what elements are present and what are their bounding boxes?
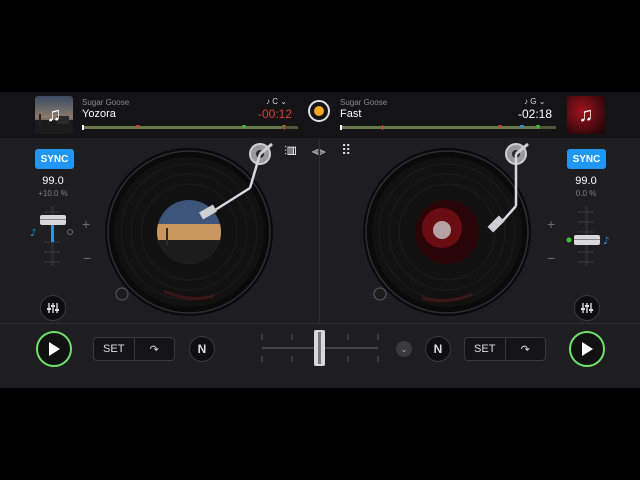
equalizer-icon[interactable] <box>574 295 600 321</box>
chevron-down-icon: ⌄ <box>280 97 287 106</box>
right-set-button[interactable]: SET <box>465 338 505 360</box>
right-key-label: G <box>530 97 537 106</box>
dj-app: ♫ Sugar Goose Yozora ♪ C ⌄ -00:12 Sugar … <box>0 92 640 388</box>
left-tonearm[interactable] <box>190 140 280 224</box>
left-play-button[interactable] <box>36 331 72 367</box>
left-set-button[interactable]: SET <box>94 338 134 360</box>
left-time-remaining: -00:12 <box>258 107 293 121</box>
chevron-down-icon: ⌄ <box>538 97 546 106</box>
chevron-down-icon[interactable]: ⌄ <box>396 341 412 357</box>
equalizer-icon[interactable] <box>40 295 66 321</box>
left-key: ♪ C ⌄ <box>266 97 287 106</box>
music-note-small-icon: ♪ <box>266 97 270 106</box>
right-plus-icon: + <box>547 216 556 232</box>
music-note-icon: ♫ <box>46 103 62 126</box>
right-play-button[interactable] <box>569 331 605 367</box>
right-sync-button[interactable]: SYNC <box>567 149 606 169</box>
transport-separator <box>0 323 640 324</box>
right-cue-controls: SET ↷ <box>464 337 546 361</box>
loop-icon[interactable]: ↷ <box>133 338 175 360</box>
right-waveform[interactable] <box>340 125 556 130</box>
master-button[interactable] <box>308 100 330 122</box>
left-waveform[interactable] <box>82 125 298 130</box>
grid-icon[interactable]: ⠿ <box>341 142 351 159</box>
right-pitch-fader[interactable]: ♪ <box>560 202 616 270</box>
mixer-icon[interactable]: ⫶▥ <box>284 144 297 159</box>
left-pitch-percent[interactable]: +10.0 % <box>31 189 75 198</box>
right-bpm: 99.0 <box>575 175 597 187</box>
right-key: ♪ G ⌄ <box>524 97 545 106</box>
play-icon <box>49 342 60 356</box>
master-dot-icon <box>314 106 324 116</box>
music-note-icon: ♫ <box>578 103 594 126</box>
right-minus-icon: − <box>547 250 556 266</box>
left-artist: Sugar Goose <box>82 98 130 107</box>
loop-icon[interactable]: ↷ <box>504 338 546 360</box>
left-title: Yozora <box>82 108 116 120</box>
track-info-bar: ♫ Sugar Goose Yozora ♪ C ⌄ -00:12 Sugar … <box>0 92 640 138</box>
deck-divider <box>319 140 320 322</box>
left-sync-button[interactable]: SYNC <box>35 149 74 169</box>
crossfader[interactable] <box>258 328 382 368</box>
left-cue-controls: SET ↷ <box>93 337 175 361</box>
right-artist: Sugar Goose <box>340 98 388 107</box>
right-title: Fast <box>340 108 362 120</box>
left-pitch-fader[interactable]: ♪ <box>28 202 78 270</box>
left-plus-icon: + <box>82 216 91 232</box>
right-time-remaining: -02:18 <box>518 107 553 121</box>
left-key-label: C <box>272 97 279 106</box>
play-icon <box>582 342 593 356</box>
right-pitch-percent[interactable]: 0.0 % <box>564 189 608 198</box>
left-bpm: 99.0 <box>42 175 64 187</box>
music-note-small-icon: ♪ <box>524 97 528 106</box>
right-tonearm[interactable] <box>470 140 540 236</box>
n-icon[interactable]: N <box>425 336 451 362</box>
svg-text:♪: ♪ <box>30 228 36 239</box>
left-minus-icon: − <box>83 250 92 266</box>
n-icon[interactable]: N <box>189 336 215 362</box>
right-album-art[interactable]: ♫ <box>567 96 605 134</box>
left-album-art[interactable]: ♫ <box>35 96 73 134</box>
svg-text:♪: ♪ <box>603 236 609 247</box>
